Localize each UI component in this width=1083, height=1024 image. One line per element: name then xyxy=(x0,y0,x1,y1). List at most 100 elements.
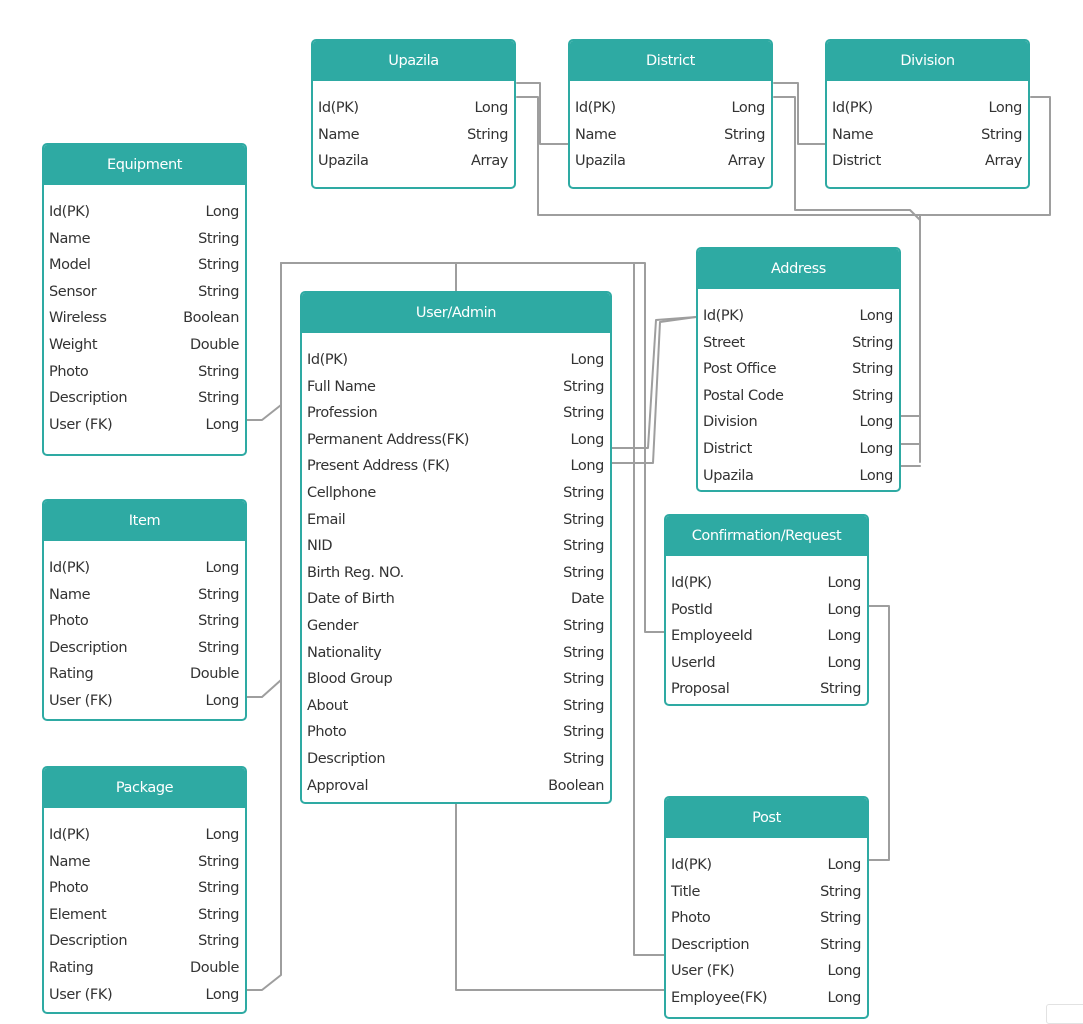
field-name: Approval xyxy=(307,777,369,794)
field-type: String xyxy=(820,910,861,927)
field-row[interactable]: Post Office String xyxy=(698,356,899,383)
field-row[interactable]: Name String xyxy=(44,582,245,609)
field-row[interactable]: Photo String xyxy=(44,608,245,635)
field-row[interactable]: Proposal String xyxy=(666,676,867,703)
field-list: Id(PK) Long PostId Long EmployeeId Long UserId… xyxy=(666,556,867,703)
field-row[interactable]: Id(PK) Long xyxy=(666,852,867,879)
entity-district[interactable]: District Id(PK) Long Name String Upazila Array xyxy=(568,39,773,189)
field-row[interactable]: Profession String xyxy=(302,400,610,427)
field-row[interactable]: Postal Code String xyxy=(698,383,899,410)
field-row[interactable]: Upazila Long xyxy=(698,463,899,490)
field-row[interactable]: User (FK) Long xyxy=(44,412,245,439)
field-row[interactable]: Description String xyxy=(302,746,610,773)
field-name: Birth Reg. NO. xyxy=(307,564,404,581)
field-name: Street xyxy=(703,334,745,351)
field-row[interactable]: NID String xyxy=(302,533,610,560)
field-row[interactable]: Id(PK) Long xyxy=(44,822,245,849)
field-row[interactable]: Description String xyxy=(44,635,245,662)
field-type: String xyxy=(820,681,861,698)
field-name: Division xyxy=(703,414,758,431)
entity-user-admin[interactable]: User/Admin Id(PK) Long Full Name String Profe… xyxy=(300,291,612,804)
field-row[interactable]: Email String xyxy=(302,507,610,534)
field-name: Date of Birth xyxy=(307,591,395,608)
field-row[interactable]: Name String xyxy=(827,122,1028,149)
field-row[interactable]: Nationality String xyxy=(302,640,610,667)
field-type: Long xyxy=(570,458,605,475)
field-row[interactable]: Description String xyxy=(666,932,867,959)
field-row[interactable]: Gender String xyxy=(302,613,610,640)
equipment-user-link xyxy=(246,262,282,421)
field-row[interactable]: Model String xyxy=(44,252,245,279)
field-row[interactable]: Rating Double xyxy=(44,661,245,688)
field-row[interactable]: Photo String xyxy=(44,875,245,902)
field-row[interactable]: About String xyxy=(302,693,610,720)
field-type: Long xyxy=(827,575,862,591)
field-row[interactable]: Id(PK) Long xyxy=(698,303,899,330)
field-row[interactable]: Name String xyxy=(313,122,514,149)
field-row[interactable]: Name String xyxy=(44,226,245,253)
field-type: Long xyxy=(205,986,240,1003)
field-row[interactable]: Permanent Address(FK) Long xyxy=(302,427,610,454)
field-name: Name xyxy=(49,853,91,870)
user-present-address-link xyxy=(611,316,697,464)
field-name: Cellphone xyxy=(307,484,376,501)
field-name: Permanent Address(FK) xyxy=(307,431,469,448)
entity-equipment[interactable]: Equipment Id(PK) Long Name String Model String… xyxy=(42,143,247,456)
field-row[interactable]: EmployeeId Long xyxy=(666,623,867,650)
field-row[interactable]: Present Address (FK) Long xyxy=(302,453,610,480)
field-type: String xyxy=(563,644,604,661)
field-row[interactable]: Date of Birth Date xyxy=(302,586,610,613)
field-row[interactable]: Description String xyxy=(44,928,245,955)
entity-post[interactable]: Post Id(PK) Long Title String Photo String Desc… xyxy=(664,796,869,1019)
field-row[interactable]: Photo String xyxy=(666,905,867,932)
field-row[interactable]: Blood Group String xyxy=(302,666,610,693)
field-row[interactable]: Upazila Array xyxy=(570,148,771,175)
field-row[interactable]: Id(PK) Long xyxy=(827,95,1028,122)
field-row[interactable]: Photo String xyxy=(302,719,610,746)
entity-address[interactable]: Address Id(PK) Long Street String Post Office… xyxy=(696,247,901,492)
entity-item[interactable]: Item Id(PK) Long Name String Photo String Descr… xyxy=(42,499,247,721)
field-row[interactable]: Id(PK) Long xyxy=(313,95,514,122)
field-row[interactable]: UserId Long xyxy=(666,650,867,677)
field-row[interactable]: Id(PK) Long xyxy=(44,555,245,582)
entity-package[interactable]: Package Id(PK) Long Name String Photo String El… xyxy=(42,766,247,1014)
field-row[interactable]: PostId Long xyxy=(666,597,867,624)
field-row[interactable]: Approval Boolean xyxy=(302,773,610,800)
field-row[interactable]: Id(PK) Long xyxy=(302,347,610,374)
field-type: String xyxy=(198,230,239,247)
field-row[interactable]: Birth Reg. NO. String xyxy=(302,560,610,587)
field-row[interactable]: Description String xyxy=(44,385,245,412)
canvas-corner-control[interactable] xyxy=(1046,1004,1083,1024)
field-row[interactable]: Element String xyxy=(44,902,245,929)
field-row[interactable]: Sensor String xyxy=(44,279,245,306)
field-row[interactable]: Street String xyxy=(698,330,899,357)
field-row[interactable]: Name String xyxy=(44,849,245,876)
field-row[interactable]: Id(PK) Long xyxy=(666,570,867,597)
field-row[interactable]: Id(PK) Long xyxy=(44,199,245,226)
field-row[interactable]: District Long xyxy=(698,436,899,463)
entity-confirmation-request[interactable]: Confirmation/Request Id(PK) Long PostId Long… xyxy=(664,514,869,706)
field-row[interactable]: User (FK) Long xyxy=(666,958,867,985)
field-row[interactable]: Rating Double xyxy=(44,955,245,982)
field-row[interactable]: Title String xyxy=(666,879,867,906)
field-row[interactable]: Full Name String xyxy=(302,374,610,401)
field-row[interactable]: Id(PK) Long xyxy=(570,95,771,122)
field-row[interactable]: User (FK) Long xyxy=(44,688,245,715)
entity-division[interactable]: Division Id(PK) Long Name String District Arra… xyxy=(825,39,1030,189)
field-list: Id(PK) Long Name String Upazila Array xyxy=(570,81,771,175)
field-row[interactable]: Wireless Boolean xyxy=(44,305,245,332)
field-row[interactable]: Cellphone String xyxy=(302,480,610,507)
field-row[interactable]: Weight Double xyxy=(44,332,245,359)
entity-title: Post xyxy=(666,798,867,838)
field-row[interactable]: Employee(FK) Long xyxy=(666,985,867,1012)
field-type: String xyxy=(563,405,604,422)
field-row[interactable]: User (FK) Long xyxy=(44,982,245,1009)
field-list: Id(PK) Long Name String Upazila Array xyxy=(313,81,514,175)
field-row[interactable]: Photo String xyxy=(44,359,245,386)
field-row[interactable]: Division Long xyxy=(698,409,899,436)
field-row[interactable]: Upazila Array xyxy=(313,148,514,175)
field-row[interactable]: Name String xyxy=(570,122,771,149)
field-row[interactable]: District Array xyxy=(827,148,1028,175)
entity-upazila[interactable]: Upazila Id(PK) Long Name String Upazila Array xyxy=(311,39,516,189)
field-type: Array xyxy=(984,153,1022,170)
